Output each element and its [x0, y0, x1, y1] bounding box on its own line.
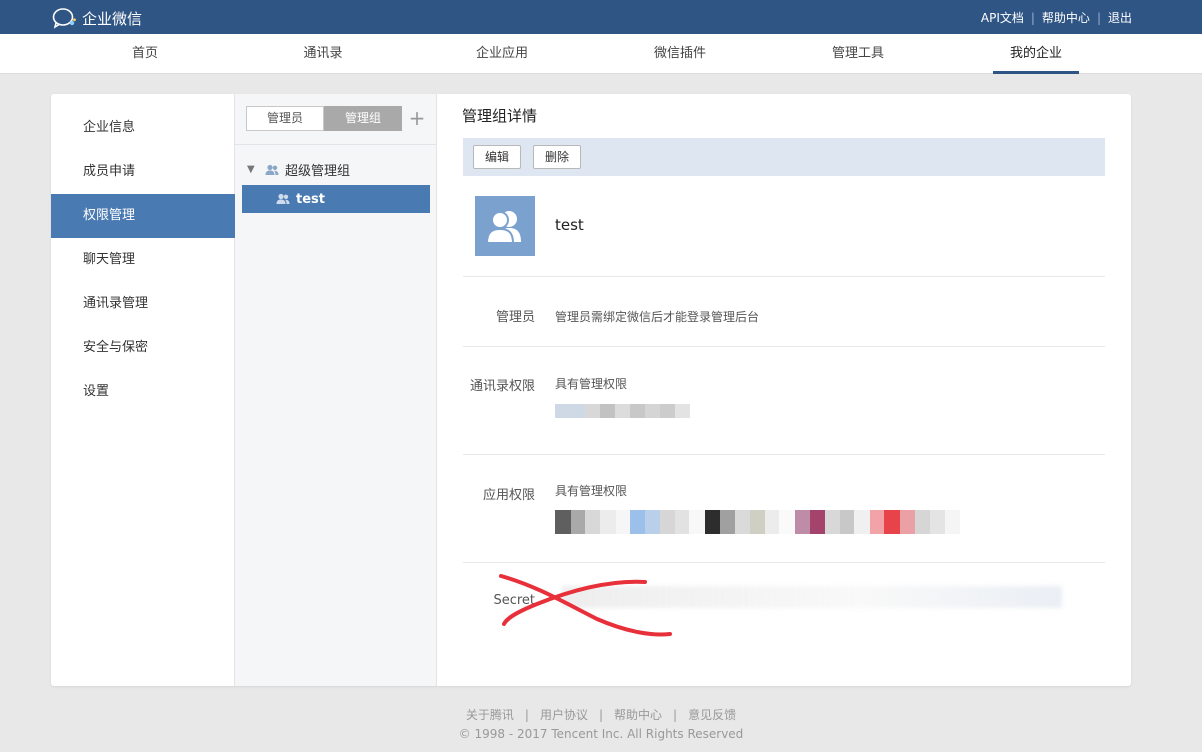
divider: [463, 346, 1105, 347]
contacts-permission-value: 具有管理权限: [555, 377, 628, 391]
app-permission-label: 应用权限: [482, 488, 535, 503]
group-detail: 管理组详情 编辑 删除 test 管理员 管理员需绑定微信后才能登录管理后台 通…: [437, 94, 1131, 686]
group-avatar: [475, 196, 535, 256]
divider: [235, 144, 436, 145]
app-title: 企业微信: [82, 9, 143, 28]
footer-link-about[interactable]: 关于腾讯: [466, 706, 514, 723]
contacts-permission-label: 通讯录权限: [469, 379, 535, 394]
main-nav: 首页 通讯录 企业应用 微信插件 管理工具 我的企业: [0, 34, 1202, 74]
edit-button[interactable]: 编辑: [473, 145, 522, 169]
divider: [463, 276, 1105, 277]
page-title: 管理组详情: [462, 107, 538, 125]
group-list-column: 管理员 管理组 + ▼ 超级管理组 test: [235, 94, 437, 686]
group-name: test: [555, 216, 584, 234]
sidebar-item-permissions[interactable]: 权限管理: [51, 194, 235, 238]
sidebar-item-enterprise-info[interactable]: 企业信息: [51, 106, 235, 150]
nav-wechat-plugin[interactable]: 微信插件: [638, 34, 722, 74]
divider: [463, 562, 1105, 563]
separator: |: [673, 707, 678, 722]
admin-label: 管理员: [495, 310, 535, 325]
expand-arrow-icon[interactable]: ▼: [247, 164, 265, 175]
app-logo[interactable]: 企业微信: [52, 7, 142, 29]
help-center-link[interactable]: 帮助中心: [1042, 9, 1090, 26]
tree-node-super-admin-group[interactable]: ▼ 超级管理组: [247, 160, 350, 179]
wecom-logo-icon: [52, 8, 76, 29]
tab-switch: 管理员 管理组: [246, 106, 402, 131]
tab-groups[interactable]: 管理组: [324, 106, 402, 131]
detail-toolbar: 编辑 删除: [463, 138, 1105, 176]
footer-link-terms[interactable]: 用户协议: [540, 706, 588, 723]
separator: |: [1096, 10, 1101, 25]
separator: |: [524, 707, 529, 722]
delete-button[interactable]: 删除: [533, 145, 582, 169]
copyright: © 1998 - 2017 Tencent Inc. All Rights Re…: [458, 727, 744, 741]
top-bar: 企业微信 API文档 | 帮助中心 | 退出: [0, 0, 1202, 34]
nav-contacts[interactable]: 通讯录: [283, 34, 363, 74]
divider: [463, 454, 1105, 455]
app-permission-value: 具有管理权限: [555, 484, 628, 498]
sidebar-item-chat-management[interactable]: 聊天管理: [51, 238, 235, 282]
api-docs-link[interactable]: API文档: [981, 9, 1024, 26]
separator: |: [1030, 10, 1035, 25]
tab-admins[interactable]: 管理员: [246, 106, 324, 131]
sidebar-item-security[interactable]: 安全与保密: [51, 326, 235, 370]
footer-link-feedback[interactable]: 意见反馈: [688, 706, 736, 723]
add-group-button[interactable]: +: [407, 106, 427, 131]
logout-link[interactable]: 退出: [1108, 9, 1132, 26]
sidebar-item-contacts-management[interactable]: 通讯录管理: [51, 282, 235, 326]
sidebar-item-member-requests[interactable]: 成员申请: [51, 150, 235, 194]
top-links: API文档 | 帮助中心 | 退出: [981, 9, 1132, 26]
tree-node-label: 超级管理组: [285, 164, 351, 179]
nav-admin-tools[interactable]: 管理工具: [816, 34, 900, 74]
sidebar-item-settings[interactable]: 设置: [51, 370, 235, 414]
sidebar: 企业信息 成员申请 权限管理 聊天管理 通讯录管理 安全与保密 设置: [51, 94, 235, 686]
people-icon: [276, 193, 290, 204]
nav-my-enterprise[interactable]: 我的企业: [993, 34, 1079, 74]
redacted-contacts: [555, 404, 690, 418]
tree-node-test[interactable]: test: [242, 185, 430, 213]
nav-home[interactable]: 首页: [105, 34, 185, 74]
people-icon: [485, 211, 521, 244]
admin-value: 管理员需绑定微信后才能登录管理后台: [555, 310, 760, 324]
people-icon: [265, 164, 279, 175]
footer-links: 关于腾讯 | 用户协议 | 帮助中心 | 意见反馈: [0, 706, 1202, 723]
separator: |: [598, 707, 604, 722]
footer: 关于腾讯 | 用户协议 | 帮助中心 | 意见反馈 © 1998 - 2017 …: [0, 706, 1202, 742]
nav-apps[interactable]: 企业应用: [460, 34, 544, 74]
red-cross-annotation-icon: [499, 574, 672, 637]
content-panel: 企业信息 成员申请 权限管理 聊天管理 通讯录管理 安全与保密 设置 管理员 管…: [51, 94, 1131, 686]
tree-node-label: test: [296, 191, 325, 207]
footer-link-help[interactable]: 帮助中心: [614, 706, 662, 723]
redacted-apps: [555, 510, 960, 534]
